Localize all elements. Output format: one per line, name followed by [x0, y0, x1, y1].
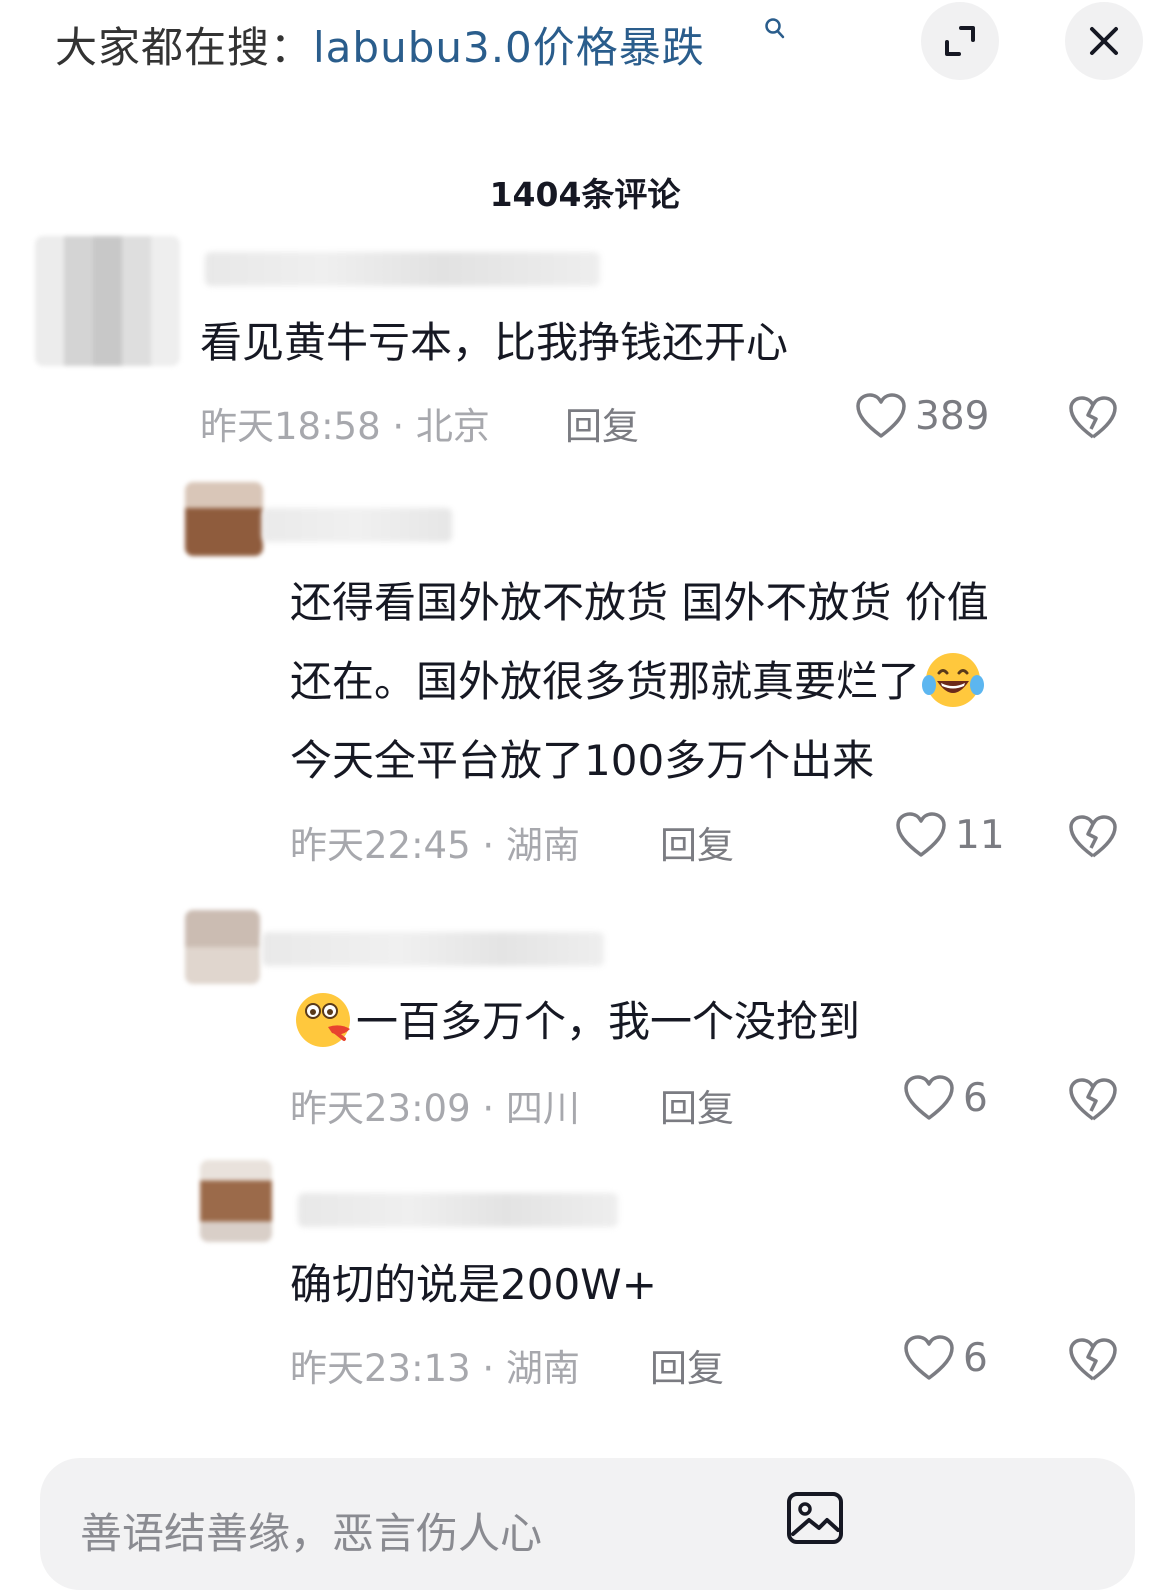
like-button[interactable]: 6 [903, 1334, 988, 1382]
heart-icon [856, 393, 906, 438]
reply-button[interactable]: 回复 [650, 1338, 724, 1392]
reply-button[interactable]: 回复 [565, 396, 639, 450]
trending-search[interactable]: 大家都在搜：labubu3.0价格暴跌 [55, 14, 705, 75]
comment-text-line: 今天全平台放了100多万个出来 [290, 736, 875, 785]
comment-text-line-part: 还在。国外放很多货那就真要烂了 [290, 657, 921, 706]
comment-meta: 昨天23:09 · 四川 [290, 1087, 580, 1130]
drooling-face-emoji [296, 992, 350, 1047]
comment-text-line: 确切的说是200W+ [290, 1260, 657, 1309]
comment-meta: 昨天23:13 · 湖南 [290, 1347, 580, 1390]
avatar[interactable] [185, 910, 260, 984]
broken-heart-icon[interactable] [1068, 395, 1118, 441]
top-bar: 大家都在搜：labubu3.0价格暴跌 [0, 0, 1170, 90]
expand-icon [945, 26, 975, 56]
laughing-tears-emoji [922, 652, 985, 707]
like-count: 6 [963, 1075, 988, 1121]
avatar[interactable] [35, 236, 180, 366]
username-blurred[interactable] [298, 1193, 618, 1227]
like-count: 6 [963, 1335, 988, 1381]
reply-button[interactable]: 回复 [660, 1078, 734, 1132]
comment-text: 还得看国外放不放货 国外不放货 价值 还在。国外放很多货那就真要烂了 今天全平台… [290, 563, 989, 800]
reply-button[interactable]: 回复 [660, 815, 734, 869]
heart-icon [904, 1335, 954, 1380]
comment-text-line: 还在。国外放很多货那就真要烂了 [290, 642, 989, 721]
username-blurred[interactable] [205, 252, 600, 286]
like-count: 11 [955, 812, 1005, 858]
comment-text: 一百多万个，我一个没抢到 [290, 982, 860, 1061]
close-button[interactable] [1065, 2, 1143, 80]
heart-icon [904, 1075, 954, 1120]
comment-meta: 昨天22:45 · 湖南 [290, 824, 580, 867]
avatar[interactable] [185, 482, 263, 556]
close-icon [1090, 27, 1118, 55]
comment-text: 确切的说是200W+ [290, 1245, 657, 1324]
username-blurred[interactable] [262, 508, 452, 542]
broken-heart-icon[interactable] [1068, 814, 1118, 860]
heart-icon [896, 812, 946, 857]
comment-input[interactable]: 善语结善缘，恶言伤人心 [80, 1500, 542, 1561]
like-button[interactable]: 6 [903, 1074, 988, 1122]
image-icon[interactable] [785, 1488, 845, 1548]
broken-heart-icon[interactable] [1068, 1337, 1118, 1383]
like-count: 389 [915, 393, 990, 439]
comment-text: 看见黄牛亏本，比我挣钱还开心 [200, 303, 788, 382]
comment-text-line: 一百多万个，我一个没抢到 [290, 982, 860, 1061]
comment-input-bar[interactable]: 善语结善缘，恶言伤人心 [40, 1458, 1135, 1590]
avatar[interactable] [200, 1160, 272, 1242]
expand-button[interactable] [921, 2, 999, 80]
comment-text-line: 还得看国外放不放货 国外不放货 价值 [290, 578, 989, 627]
comment-count-title: 1404条评论 [489, 175, 681, 214]
search-icon [765, 18, 785, 39]
like-button[interactable]: 389 [855, 392, 989, 440]
comment-text-line-part: 一百多万个，我一个没抢到 [356, 997, 861, 1046]
username-blurred[interactable] [262, 932, 604, 966]
comment-meta: 昨天18:58 · 北京 [200, 405, 490, 448]
trending-search-label: 大家都在搜： [55, 23, 314, 72]
like-button[interactable]: 11 [895, 811, 1005, 859]
trending-search-keyword[interactable]: labubu3.0价格暴跌 [313, 23, 705, 72]
comment-text-line: 看见黄牛亏本，比我挣钱还开心 [200, 318, 789, 367]
broken-heart-icon[interactable] [1068, 1077, 1118, 1123]
